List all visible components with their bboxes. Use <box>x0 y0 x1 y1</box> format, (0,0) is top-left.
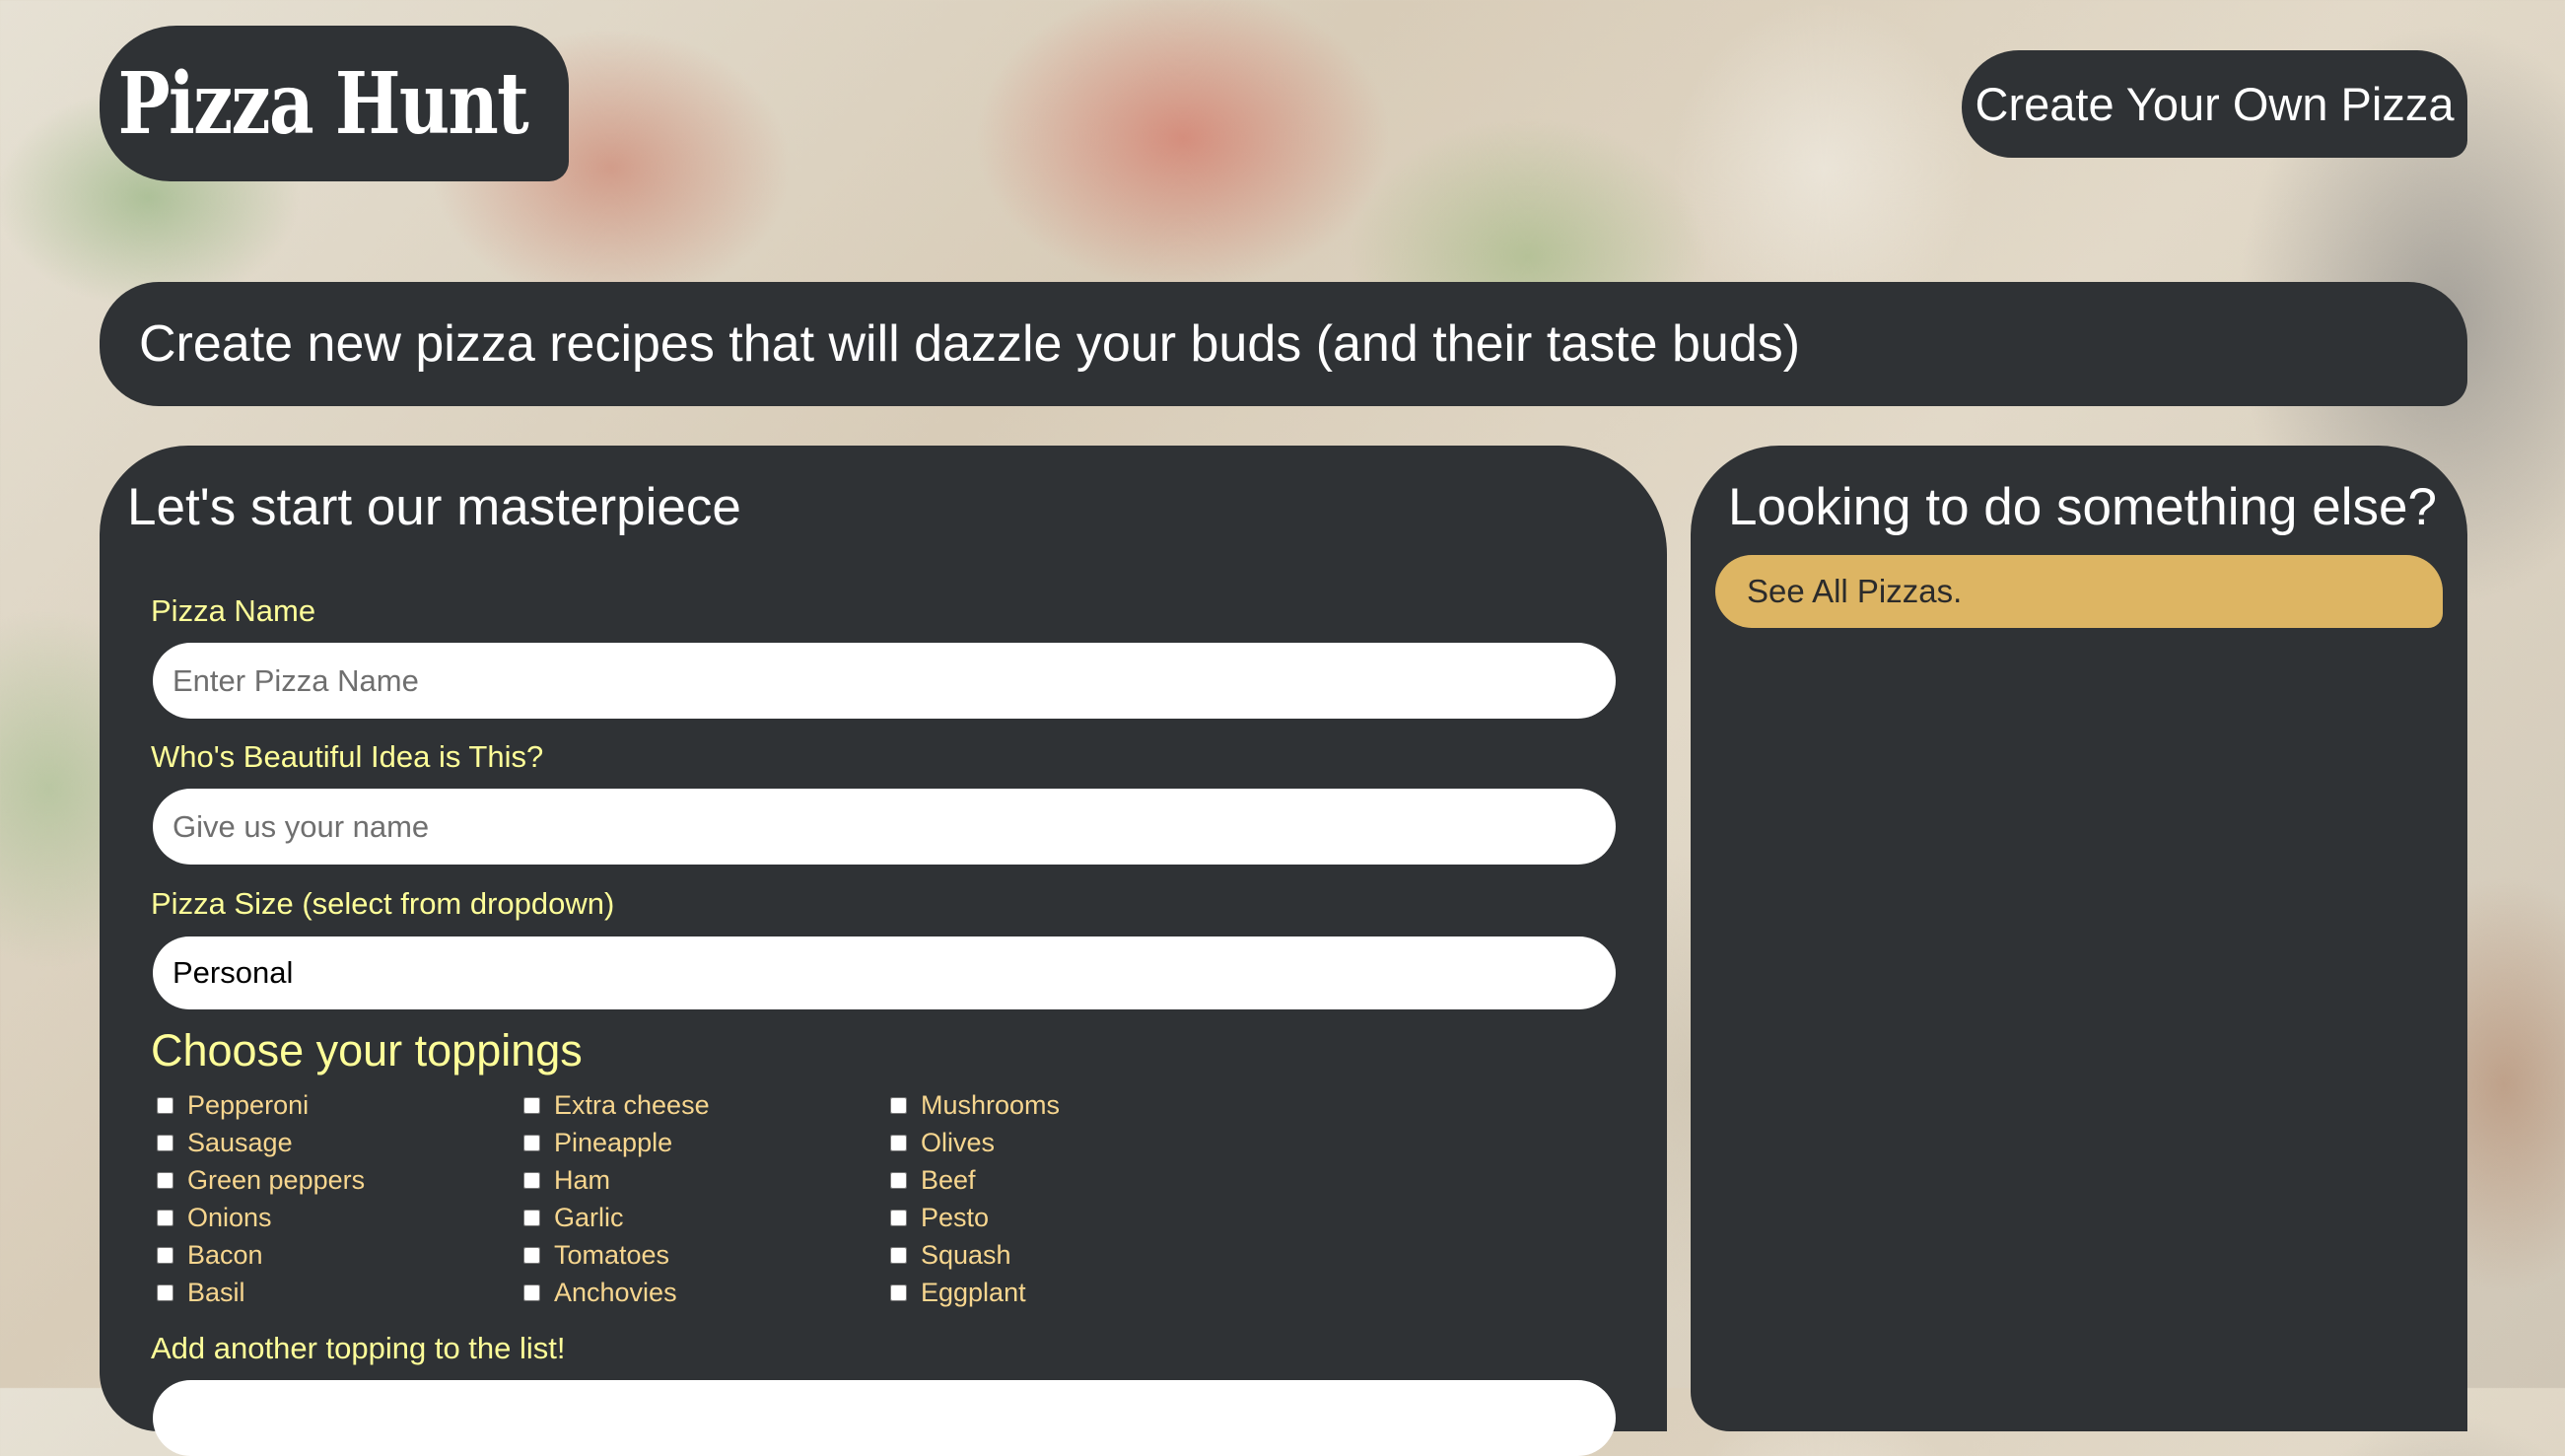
topping-green-peppers[interactable]: Green peppers <box>157 1161 365 1199</box>
topping-checkbox[interactable] <box>890 1096 907 1114</box>
pizza-form-panel: Let's start our masterpiece Pizza Name W… <box>100 446 1667 1456</box>
topping-beef[interactable]: Beef <box>890 1161 976 1199</box>
topping-checkbox[interactable] <box>523 1283 540 1301</box>
topping-squash[interactable]: Squash <box>890 1236 1011 1274</box>
topping-basil[interactable]: Basil <box>157 1274 245 1311</box>
sidebar-title: Looking to do something else? <box>1728 478 2437 536</box>
topping-label: Olives <box>921 1127 996 1157</box>
topping-label: Anchovies <box>554 1277 677 1307</box>
toppings-title: Choose your toppings <box>151 1025 583 1075</box>
form-title: Let's start our masterpiece <box>127 478 741 536</box>
topping-label: Sausage <box>187 1127 293 1157</box>
topping-checkbox[interactable] <box>157 1171 173 1189</box>
topping-pepperoni[interactable]: Pepperoni <box>157 1086 309 1124</box>
pizza-name-input[interactable] <box>153 643 1616 719</box>
creator-label: Who's Beautiful Idea is This? <box>151 739 544 774</box>
topping-tomatoes[interactable]: Tomatoes <box>523 1236 669 1274</box>
topping-label: Mushrooms <box>921 1089 1061 1120</box>
pizza-size-select[interactable]: Personal <box>153 936 1616 1009</box>
topping-checkbox[interactable] <box>157 1209 173 1226</box>
topping-garlic[interactable]: Garlic <box>523 1199 624 1236</box>
topping-label: Eggplant <box>921 1277 1026 1307</box>
topping-checkbox[interactable] <box>157 1246 173 1264</box>
add-topping-input[interactable] <box>153 1380 1616 1456</box>
topping-checkbox[interactable] <box>890 1246 907 1264</box>
topping-checkbox[interactable] <box>890 1209 907 1226</box>
topping-checkbox[interactable] <box>890 1283 907 1301</box>
topping-olives[interactable]: Olives <box>890 1124 995 1161</box>
topping-checkbox[interactable] <box>157 1096 173 1114</box>
topping-label: Basil <box>187 1277 245 1307</box>
topping-ham[interactable]: Ham <box>523 1161 610 1199</box>
topping-checkbox[interactable] <box>523 1096 540 1114</box>
topping-label: Bacon <box>187 1239 263 1270</box>
topping-checkbox[interactable] <box>523 1209 540 1226</box>
topping-sausage[interactable]: Sausage <box>157 1124 293 1161</box>
topping-checkbox[interactable] <box>157 1283 173 1301</box>
topping-pesto[interactable]: Pesto <box>890 1199 989 1236</box>
topping-checkbox[interactable] <box>890 1134 907 1151</box>
topping-label: Tomatoes <box>554 1239 670 1270</box>
pizza-name-label: Pizza Name <box>151 593 316 628</box>
sidebar-panel: Looking to do something else? See All Pi… <box>1691 446 2467 1431</box>
topping-checkbox[interactable] <box>523 1171 540 1189</box>
pizza-size-value: Personal <box>173 955 294 990</box>
tagline-text: Create new pizza recipes that will dazzl… <box>139 315 1801 373</box>
logo-text: Pizza Hunt <box>117 53 528 154</box>
pizza-size-label: Pizza Size (select from dropdown) <box>151 886 615 921</box>
topping-label: Extra cheese <box>554 1089 710 1120</box>
topping-label: Pepperoni <box>187 1089 310 1120</box>
topping-bacon[interactable]: Bacon <box>157 1236 263 1274</box>
logo[interactable]: Pizza Hunt <box>100 26 569 181</box>
creator-name-input[interactable] <box>153 789 1616 865</box>
topping-checkbox[interactable] <box>890 1171 907 1189</box>
topping-onions[interactable]: Onions <box>157 1199 272 1236</box>
topping-mushrooms[interactable]: Mushrooms <box>890 1086 1060 1124</box>
topping-checkbox[interactable] <box>523 1246 540 1264</box>
topping-eggplant[interactable]: Eggplant <box>890 1274 1026 1311</box>
topping-label: Pineapple <box>554 1127 673 1157</box>
topping-label: Squash <box>921 1239 1011 1270</box>
topping-label: Ham <box>554 1164 611 1195</box>
toppings-grid: Pepperoni Sausage Green peppers Onions B… <box>157 1086 1340 1323</box>
topping-anchovies[interactable]: Anchovies <box>523 1274 677 1311</box>
topping-label: Garlic <box>554 1202 624 1232</box>
see-all-pizzas-link[interactable]: See All Pizzas. <box>1715 555 2443 628</box>
add-topping-label: Add another topping to the list! <box>151 1331 566 1365</box>
topping-checkbox[interactable] <box>523 1134 540 1151</box>
topping-label: Pesto <box>921 1202 990 1232</box>
create-your-own-pizza-button[interactable]: Create Your Own Pizza <box>1962 50 2467 158</box>
topping-checkbox[interactable] <box>157 1134 173 1151</box>
topping-pineapple[interactable]: Pineapple <box>523 1124 672 1161</box>
topping-label: Beef <box>921 1164 976 1195</box>
topping-label: Onions <box>187 1202 272 1232</box>
topping-label: Green peppers <box>187 1164 366 1195</box>
tagline-banner: Create new pizza recipes that will dazzl… <box>100 282 2467 406</box>
topping-extra-cheese[interactable]: Extra cheese <box>523 1086 710 1124</box>
